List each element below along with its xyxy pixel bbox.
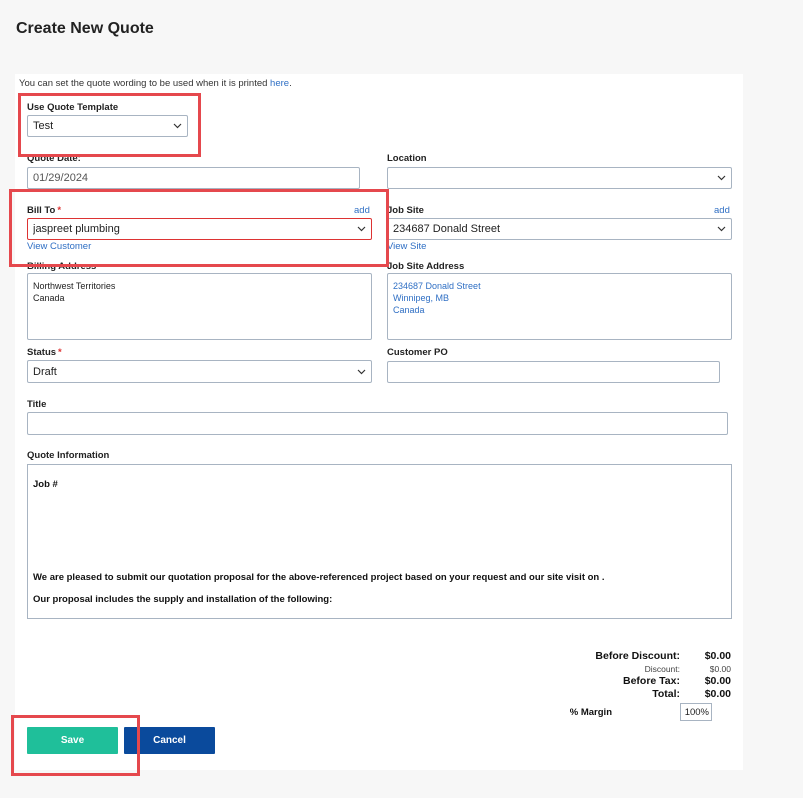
before-discount-label: Before Discount: — [595, 650, 680, 662]
billing-address-box[interactable]: Northwest Territories Canada — [27, 273, 372, 340]
before-tax-value: $0.00 — [704, 675, 731, 687]
bill-to-value: jaspreet plumbing — [33, 223, 120, 235]
editor-line-proposal: We are pleased to submit our quotation p… — [33, 572, 605, 583]
quote-information-label: Quote Information — [27, 450, 110, 461]
before-discount-value: $0.00 — [704, 650, 731, 662]
location-label: Location — [387, 153, 427, 164]
discount-label: Discount: — [644, 664, 680, 674]
template-select[interactable]: Test — [27, 115, 188, 137]
view-customer-link[interactable]: View Customer — [27, 241, 91, 252]
discount-value: $0.00 — [709, 664, 731, 674]
title-label: Title — [27, 399, 47, 410]
status-label-text: Status — [27, 347, 57, 358]
customer-po-input[interactable] — [387, 361, 720, 383]
required-marker: * — [57, 205, 62, 216]
chevron-down-icon — [716, 224, 726, 234]
total-value: $0.00 — [704, 688, 731, 700]
template-label: Use Quote Template — [27, 102, 119, 113]
bill-to-label: Bill To * — [27, 205, 61, 216]
job-site-address-line: Winnipeg, MB — [393, 293, 450, 303]
margin-input[interactable]: 100% — [680, 703, 712, 721]
billing-address-line: Canada — [33, 293, 65, 303]
editor-line-job: Job # — [33, 479, 58, 490]
job-site-select[interactable]: 234687 Donald Street — [387, 218, 732, 240]
billing-address-line: Northwest Territories — [33, 281, 116, 291]
chevron-down-icon — [716, 173, 726, 183]
page-title: Create New Quote — [16, 20, 154, 37]
quote-date-value: 01/29/2024 — [33, 172, 89, 184]
job-site-address-line: 234687 Donald Street — [393, 281, 481, 291]
customer-po-label: Customer PO — [387, 347, 448, 358]
quote-date-label: Quote Date: — [27, 153, 81, 164]
intro-suffix: . — [289, 78, 292, 89]
chevron-down-icon — [356, 367, 366, 377]
template-value: Test — [33, 120, 54, 132]
editor-line-includes: Our proposal includes the supply and ins… — [33, 594, 333, 605]
intro-here-link[interactable]: here — [270, 78, 289, 89]
bill-to-select[interactable]: jaspreet plumbing — [27, 218, 372, 240]
status-select[interactable]: Draft — [27, 360, 372, 383]
billing-address-label: Billing Address — [27, 261, 97, 272]
job-site-label: Job Site — [387, 205, 424, 216]
quote-information-editor[interactable]: Job # We are pleased to submit our quota… — [27, 464, 732, 619]
before-tax-label: Before Tax: — [623, 675, 680, 687]
save-button[interactable]: Save — [27, 727, 118, 754]
required-marker: * — [58, 347, 62, 358]
view-site-link[interactable]: View Site — [387, 241, 426, 252]
intro-text: You can set the quote wording to be used… — [19, 78, 292, 89]
status-value: Draft — [33, 365, 57, 378]
margin-label: % Margin — [569, 707, 612, 718]
job-site-address-label: Job Site Address — [387, 261, 465, 272]
quote-date-input[interactable]: 01/29/2024 — [27, 167, 360, 189]
job-site-address-box[interactable]: 234687 Donald Street Winnipeg, MB Canada — [387, 273, 732, 340]
status-label: Status * — [27, 347, 62, 358]
title-input[interactable] — [27, 412, 728, 435]
chevron-down-icon — [356, 224, 366, 234]
job-site-address-line: Canada — [393, 305, 425, 315]
location-select[interactable] — [387, 167, 732, 189]
job-site-value: 234687 Donald Street — [393, 223, 501, 235]
cancel-button[interactable]: Cancel — [124, 727, 215, 754]
bill-to-label-text: Bill To — [27, 205, 56, 216]
intro-text-label: You can set the quote wording to be used… — [19, 78, 268, 89]
bill-to-add-link[interactable]: add — [354, 205, 370, 216]
job-site-add-link[interactable]: add — [714, 205, 730, 216]
total-label: Total: — [652, 688, 680, 700]
chevron-down-icon — [172, 121, 182, 131]
